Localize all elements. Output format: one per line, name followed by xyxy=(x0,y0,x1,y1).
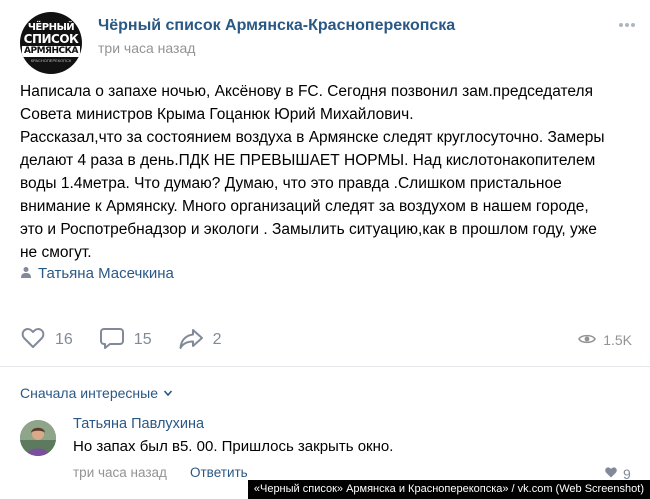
avatar-text-line3: АРМЯНСКА xyxy=(22,46,80,57)
post-text-line: Написала о запахе ночью, Аксёнову в FC. … xyxy=(20,83,593,100)
comment-count: 15 xyxy=(133,331,152,348)
user-icon xyxy=(20,265,32,282)
signer-name: Татьяна Масечкина xyxy=(38,265,174,282)
group-avatar[interactable]: ЧЁРНЫЙ СПИСОК АРМЯНСКА КРАСНОПЕРЕКОПСК xyxy=(20,12,82,74)
reply-button[interactable]: Ответить xyxy=(190,465,248,480)
group-name-link[interactable]: Чёрный список Армянска-Красноперекопска xyxy=(98,17,455,35)
comments-sort-dropdown[interactable]: Сначала интересные xyxy=(20,385,173,401)
post-text-line: делают 4 раза в день.ПДК НЕ ПРЕВЫШАЕТ НО… xyxy=(20,152,596,169)
share-button[interactable]: 2 xyxy=(178,325,222,356)
comment-icon xyxy=(99,325,125,356)
comment-text: Но запах был в5. 00. Пришлось закрыть ок… xyxy=(73,438,394,455)
comment-time[interactable]: три часа назад xyxy=(73,465,167,480)
avatar-text-line4: КРАСНОПЕРЕКОПСК xyxy=(30,58,72,63)
post-text-line: Совета министров Крыма Гоцанюк Юрий Миха… xyxy=(20,106,414,123)
divider xyxy=(0,366,650,367)
share-icon xyxy=(178,325,204,356)
views-count: 1.5K xyxy=(603,332,632,348)
like-button[interactable]: 16 xyxy=(20,325,73,356)
views-counter: 1.5K xyxy=(578,325,632,355)
eye-icon xyxy=(578,330,597,351)
post-text: Написала о запахе ночью, Аксёнову в FC. … xyxy=(20,80,638,264)
post-actions: 16 15 2 1.5K xyxy=(20,325,632,355)
post-text-line: не смогут. xyxy=(20,244,92,261)
post-text-line: внимание к Армянску. Много организаций с… xyxy=(20,198,589,215)
more-icon[interactable] xyxy=(618,16,636,34)
post-time[interactable]: три часа назад xyxy=(98,40,195,56)
post-text-line: это и Роспотребнадзор и экологи . Замыли… xyxy=(20,221,597,238)
share-count: 2 xyxy=(212,331,222,348)
post-signer[interactable]: Татьяна Масечкина xyxy=(20,265,174,282)
sort-label: Сначала интересные xyxy=(20,385,158,401)
chevron-down-icon xyxy=(163,385,173,401)
post-text-line: Рассказал,что за состоянием воздуха в Ар… xyxy=(20,129,605,146)
like-count: 16 xyxy=(55,331,73,348)
avatar-text-line2: СПИСОК xyxy=(23,32,79,46)
image-credit: «Черный список» Армянска и Красноперекоп… xyxy=(247,480,650,499)
comment-button[interactable]: 15 xyxy=(99,325,152,356)
comment-avatar[interactable] xyxy=(20,420,56,456)
comment-author-link[interactable]: Татьяна Павлухина xyxy=(73,416,204,432)
heart-icon xyxy=(20,325,46,356)
post-text-line: воды 1.4метра. Что думаю? Думаю, что это… xyxy=(20,175,562,192)
